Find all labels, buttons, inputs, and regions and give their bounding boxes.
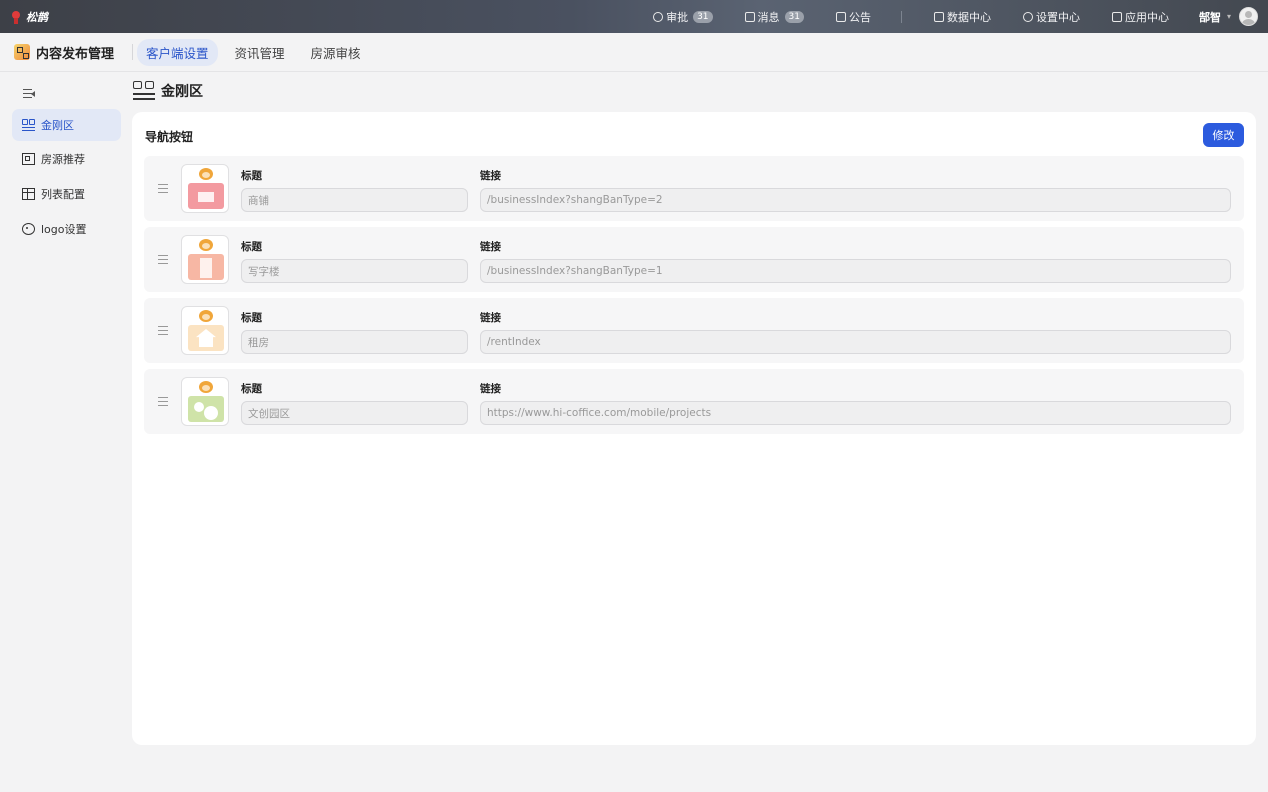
top-item-label: 应用中心 bbox=[1124, 10, 1169, 24]
top-nav: 审批 31 消息 31 公告 数据中心 设置中心 应用中心 郜智 ▾ bbox=[653, 0, 1258, 33]
module-title: 内容发布管理 bbox=[36, 46, 115, 62]
top-item-messages[interactable]: 消息 31 bbox=[744, 9, 804, 25]
nav-item-row: 标题 链接 bbox=[144, 298, 1244, 363]
title-input[interactable] bbox=[241, 401, 468, 425]
message-icon bbox=[744, 11, 755, 22]
top-item-label: 消息 bbox=[757, 10, 780, 24]
sidebar-item-label: logo设置 bbox=[41, 223, 87, 236]
chevron-down-icon[interactable]: ▾ bbox=[1227, 12, 1231, 21]
top-item-label: 设置中心 bbox=[1035, 10, 1080, 24]
nav-item-image[interactable] bbox=[181, 164, 229, 213]
mascot-icon bbox=[197, 381, 215, 395]
title-input[interactable] bbox=[241, 259, 468, 283]
page-title-group: 金刚区 bbox=[133, 81, 203, 101]
section-title: 导航按钮 bbox=[145, 130, 194, 144]
drag-handle-icon[interactable] bbox=[158, 184, 168, 193]
edit-button[interactable]: 修改 bbox=[1203, 123, 1244, 147]
sidebar-item-kingkong[interactable]: 金刚区 bbox=[12, 109, 121, 141]
brand-name: 松鹊 bbox=[26, 10, 48, 24]
tab-client-settings[interactable]: 客户端设置 bbox=[137, 38, 218, 66]
brand-logo-icon bbox=[10, 10, 22, 24]
top-item-settings-center[interactable]: 设置中心 bbox=[1022, 9, 1080, 25]
nav-item-row: 标题 链接 bbox=[144, 369, 1244, 434]
drag-handle-icon[interactable] bbox=[158, 397, 168, 406]
nav-item-image[interactable] bbox=[181, 377, 229, 426]
brand[interactable]: 松鹊 bbox=[10, 9, 48, 25]
page-title: 金刚区 bbox=[161, 84, 203, 100]
link-label: 链接 bbox=[480, 312, 501, 324]
drag-handle-icon[interactable] bbox=[158, 255, 168, 264]
link-label: 链接 bbox=[480, 383, 501, 395]
module-title-group: 内容发布管理 bbox=[14, 43, 114, 62]
table-icon bbox=[22, 188, 35, 200]
top-item-label: 公告 bbox=[848, 10, 871, 24]
top-item-label: 审批 bbox=[666, 10, 689, 24]
title-label: 标题 bbox=[241, 170, 262, 182]
nav-item-image[interactable] bbox=[181, 306, 229, 355]
top-bar: 松鹊 审批 31 消息 31 公告 数据中心 设置中心 应用中心 郜智 ▾ bbox=[0, 0, 1268, 33]
module-header: 内容发布管理 客户端设置 资讯管理 房源审核 bbox=[0, 33, 1268, 72]
tab-news-management[interactable]: 资讯管理 bbox=[226, 39, 294, 66]
sidebar-item-listing-recommend[interactable]: 房源推荐 bbox=[12, 143, 121, 175]
sidebar-item-label: 房源推荐 bbox=[41, 153, 85, 166]
avatar[interactable] bbox=[1239, 7, 1258, 26]
nav-item-image[interactable] bbox=[181, 235, 229, 284]
title-input[interactable] bbox=[241, 188, 468, 212]
grid-icon bbox=[133, 81, 155, 101]
people-icon bbox=[188, 396, 224, 422]
top-item-data-center[interactable]: 数据中心 bbox=[933, 9, 991, 25]
top-item-announcement[interactable]: 公告 bbox=[835, 9, 871, 25]
title-input[interactable] bbox=[241, 330, 468, 354]
apps-icon bbox=[1111, 11, 1122, 22]
user-name[interactable]: 郜智 bbox=[1199, 9, 1221, 25]
grid-icon bbox=[22, 119, 35, 132]
shop-icon bbox=[188, 183, 224, 209]
title-label: 标题 bbox=[241, 383, 262, 395]
gear-icon bbox=[1022, 11, 1033, 22]
count-badge: 31 bbox=[693, 10, 713, 23]
nav-item-row: 标题 链接 bbox=[144, 227, 1244, 292]
mascot-icon bbox=[197, 310, 215, 324]
house-icon bbox=[188, 325, 224, 351]
building-icon bbox=[22, 153, 35, 165]
module-icon bbox=[14, 44, 30, 60]
palette-icon bbox=[22, 223, 35, 235]
collapse-sidebar-icon[interactable] bbox=[23, 89, 35, 99]
divider bbox=[900, 10, 902, 23]
link-label: 链接 bbox=[480, 170, 501, 182]
link-input[interactable] bbox=[480, 259, 1231, 283]
link-input[interactable] bbox=[480, 401, 1231, 425]
top-item-label: 数据中心 bbox=[946, 10, 991, 24]
count-badge: 31 bbox=[784, 10, 804, 23]
sidebar: 金刚区 房源推荐 列表配置 logo设置 bbox=[0, 72, 128, 792]
link-input[interactable] bbox=[480, 330, 1231, 354]
top-item-approval[interactable]: 审批 31 bbox=[653, 9, 713, 25]
link-label: 链接 bbox=[480, 241, 501, 253]
sidebar-item-list-config[interactable]: 列表配置 bbox=[12, 178, 121, 210]
sidebar-item-label: 金刚区 bbox=[41, 119, 74, 132]
tab-listing-review[interactable]: 房源审核 bbox=[302, 39, 370, 66]
user-icon bbox=[653, 11, 664, 22]
top-item-app-center[interactable]: 应用中心 bbox=[1111, 9, 1169, 25]
mascot-icon bbox=[197, 239, 215, 253]
speaker-icon bbox=[835, 11, 846, 22]
link-input[interactable] bbox=[480, 188, 1231, 212]
data-icon bbox=[933, 11, 944, 22]
content-card: 导航按钮 修改 标题 链接 标题 链接 标题 链接 bbox=[132, 112, 1256, 745]
office-building-icon bbox=[188, 254, 224, 280]
drag-handle-icon[interactable] bbox=[158, 326, 168, 335]
nav-item-row: 标题 链接 bbox=[144, 156, 1244, 221]
title-label: 标题 bbox=[241, 312, 262, 324]
title-label: 标题 bbox=[241, 241, 262, 253]
divider bbox=[132, 44, 134, 60]
sidebar-item-logo-settings[interactable]: logo设置 bbox=[12, 213, 121, 245]
mascot-icon bbox=[197, 168, 215, 182]
sidebar-item-label: 列表配置 bbox=[41, 188, 85, 201]
